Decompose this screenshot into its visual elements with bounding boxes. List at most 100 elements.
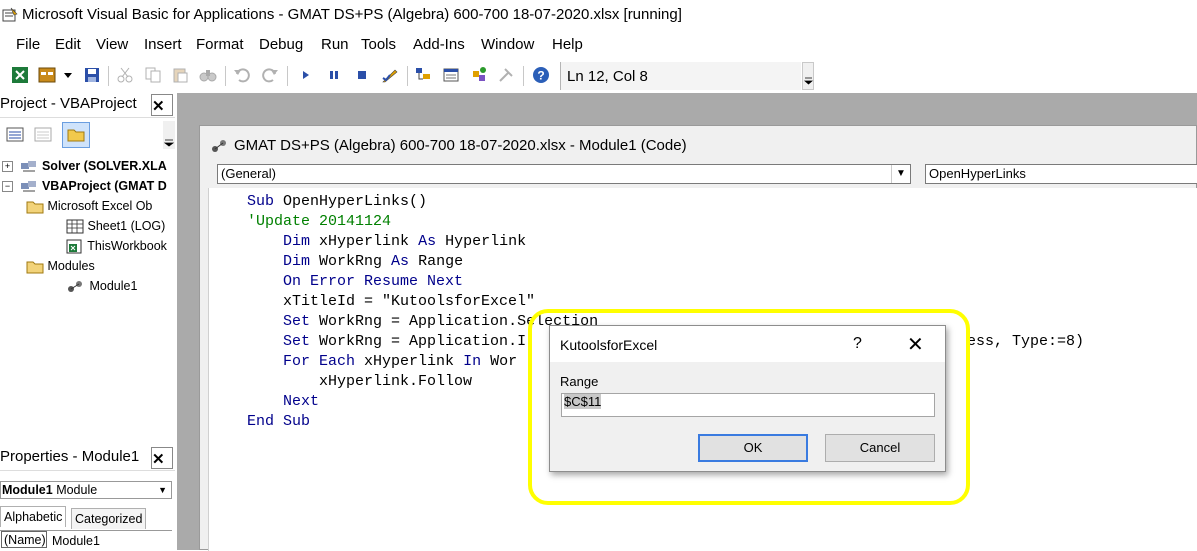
object-browser-icon[interactable] [470,66,488,84]
tree-node-module1[interactable]: Module1 [66,277,137,295]
menu-add-ins[interactable]: Add-Ins [413,36,465,53]
menu-tools[interactable]: Tools [361,36,396,53]
project-pane-titlebar: Project - VBAProject ✕ [0,93,175,118]
project-explorer-pane: Project - VBAProject ✕ + Solver (SOLVER.… [0,93,175,439]
menu-file[interactable]: File [16,36,40,53]
vba-app-icon [2,7,18,22]
project-explorer-icon[interactable] [414,66,432,84]
menu-help[interactable]: Help [552,36,583,53]
design-mode-icon[interactable] [381,66,399,84]
menu-bar: File Edit View Insert Format Debug Run T… [0,32,1197,58]
code-line-5: On Error Resume Next [283,273,464,290]
menu-format[interactable]: Format [196,36,244,53]
properties-pane-title: Properties - Module1 [0,448,140,465]
dialog-titlebar: KutoolsforExcel ? ✕ [550,326,945,362]
tree-node-vbaproject[interactable]: − VBAProject (GMAT D [2,177,177,195]
module-icon [212,140,226,152]
object-selector[interactable]: Module1 Module ▼ [0,481,172,499]
object-type: Module [56,483,98,497]
close-icon: ✕ [152,98,165,115]
ok-button[interactable]: OK [698,434,808,462]
expand-icon[interactable]: + [2,161,13,173]
status-text: Ln 12, Col 8 [567,68,648,85]
code-line-8-tail: ess, Type:=8) [967,333,1085,350]
cursor-position-status: Ln 12, Col 8 [560,62,801,90]
redo-icon[interactable] [261,66,279,84]
module-icon [68,281,82,293]
range-input[interactable]: $C$11 [561,393,935,417]
reset-icon[interactable] [353,66,371,84]
range-input-value: $C$11 [564,394,602,409]
code-line-2: 'Update 20141124 [247,213,392,230]
tree-node-modules[interactable]: Modules [26,257,95,275]
tree-label: ThisWorkbook [87,239,167,253]
property-row-name[interactable]: (Name) Module1 [0,530,172,551]
tree-label: Sheet1 (LOG) [87,219,166,233]
menu-insert[interactable]: Insert [144,36,182,53]
menu-window[interactable]: Window [481,36,534,53]
excel-icon[interactable] [11,66,29,84]
tree-node-thisworkbook[interactable]: ThisWorkbook [66,237,167,255]
code-line-6: xTitleId = "KutoolsforExcel" [247,293,536,310]
chevron-down-icon [164,139,174,147]
collapse-icon[interactable]: − [2,181,13,193]
workbook-icon [66,239,82,254]
toolbar-overflow-button[interactable] [802,62,814,90]
undo-icon[interactable] [233,66,251,84]
property-name: (Name) [1,531,47,548]
paste-icon[interactable] [171,66,189,84]
run-icon[interactable] [297,66,315,84]
cancel-button[interactable]: Cancel [825,434,935,462]
chevron-down-icon: ▼ [158,485,167,495]
tree-label: VBAProject (GMAT D [41,179,167,193]
view-object-icon[interactable] [34,127,52,143]
dialog-help-button[interactable]: ? [853,335,862,353]
code-line-8: Set WorkRng = Application.I [283,333,527,350]
cut-icon[interactable] [116,66,134,84]
tab-alphabetic[interactable]: Alphabetic [0,506,67,527]
object-combo[interactable]: (General) ▼ [217,164,911,184]
code-window-titlebar: GMAT DS+PS (Algebra) 600-700 18-07-2020.… [200,126,1197,164]
tree-label: Module1 [89,279,138,293]
menu-run[interactable]: Run [321,36,349,53]
kutools-range-dialog: KutoolsforExcel ? ✕ Range $C$11 OK Cance… [549,325,946,472]
properties-window-icon[interactable] [442,66,460,84]
chevron-down-icon [804,77,813,85]
menu-debug[interactable]: Debug [259,36,303,53]
folder-icon [67,129,85,142]
code-line-3: Dim xHyperlink As Hyperlink [283,233,527,250]
close-project-pane-button[interactable]: ✕ [151,94,173,116]
dialog-close-button[interactable]: ✕ [907,332,924,357]
close-icon: ✕ [152,451,165,468]
folder-open-icon [26,261,44,274]
code-window-title: GMAT DS+PS (Algebra) 600-700 18-07-2020.… [234,137,687,154]
close-properties-pane-button[interactable]: ✕ [151,447,173,469]
save-icon[interactable] [83,66,101,84]
menu-view[interactable]: View [96,36,128,53]
toggle-folders-button[interactable] [62,122,90,148]
code-line-1: Sub OpenHyperLinks() [247,193,428,210]
dropdown-icon[interactable] [62,66,74,84]
project-tree: + Solver (SOLVER.XLA − VBAProject (GMAT … [0,153,175,439]
copy-icon[interactable] [144,66,162,84]
tree-label: Solver (SOLVER.XLA [41,159,167,173]
help-icon[interactable]: ? [532,66,550,84]
code-line-4: Dim WorkRng As Range [283,253,464,270]
project-pane-scrollbar[interactable] [163,121,175,149]
toolbox-icon[interactable] [497,66,515,84]
title-bar: Microsoft Visual Basic for Applications … [0,0,1197,30]
tree-node-solver[interactable]: + Solver (SOLVER.XLA [2,157,177,175]
chevron-down-icon: ▼ [891,165,910,183]
procedure-combo[interactable]: OpenHyperLinks [925,164,1197,184]
tree-node-sheet1[interactable]: Sheet1 (LOG) [66,217,165,235]
tree-label: Modules [47,259,95,273]
window-title: Microsoft Visual Basic for Applications … [22,6,682,23]
tree-node-excel-objects[interactable]: Microsoft Excel Ob [26,197,152,215]
view-code-icon[interactable] [6,127,24,143]
find-icon[interactable] [199,66,217,84]
break-icon[interactable] [325,66,343,84]
insert-userform-icon[interactable] [38,66,56,84]
code-line-12: End Sub [247,413,311,430]
menu-edit[interactable]: Edit [55,36,81,53]
tab-categorized[interactable]: Categorized [71,508,147,529]
